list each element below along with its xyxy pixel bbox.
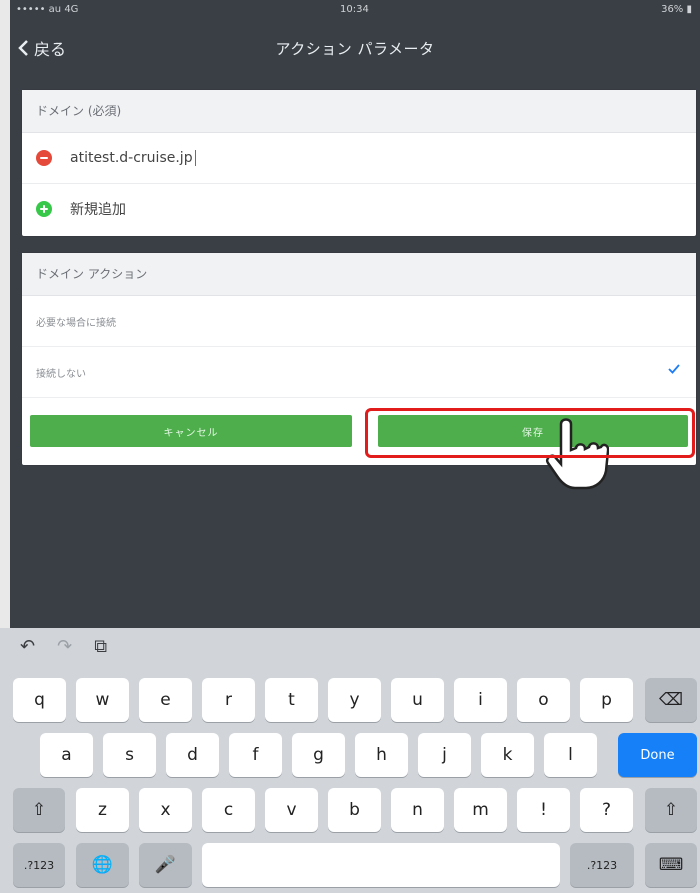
add-domain-label: 新規追加 [70, 202, 126, 218]
key-question[interactable]: ? [580, 788, 633, 832]
paste-icon[interactable]: ⧉ [94, 636, 107, 657]
key-j[interactable]: j [418, 733, 471, 777]
done-key[interactable]: Done [618, 733, 697, 777]
onscreen-keyboard: ↶ ↷ ⧉ q w e r t y u i o p ⌫ a s d f g h j k l Done ⇧ z x c v b n m!?… [0, 628, 700, 893]
key-g[interactable]: g [292, 733, 345, 777]
undo-icon[interactable]: ↶ [20, 636, 35, 657]
add-icon[interactable] [36, 201, 52, 217]
key-o[interactable]: o [517, 678, 570, 722]
domain-section-header: ドメイン (必須) [22, 90, 696, 133]
delete-icon[interactable] [36, 150, 52, 166]
option-label: 必要な場合に接続 [36, 317, 116, 329]
carrier-signal: ••••• au 4G [16, 4, 79, 15]
domain-row[interactable]: atitest.d-cruise.jp [22, 133, 696, 184]
space-key[interactable] [202, 843, 560, 887]
key-q[interactable]: q [13, 678, 66, 722]
key-w[interactable]: w [76, 678, 129, 722]
key-exclamation[interactable]: ! [517, 788, 570, 832]
option-label: 接続しない [36, 368, 86, 380]
key-x[interactable]: x [139, 788, 192, 832]
option-never-connect[interactable]: 接続しない [22, 347, 696, 398]
key-e[interactable]: e [139, 678, 192, 722]
key-r[interactable]: r [202, 678, 255, 722]
key-n[interactable]: n [391, 788, 444, 832]
screenshot: ••••• au 4G 10:34 36% ▮ 戻る アクション パラメータ ド… [0, 0, 700, 893]
domain-card: ドメイン (必須) atitest.d-cruise.jp 新規追加 [22, 90, 696, 236]
text-cursor [194, 150, 196, 166]
key-m[interactable]: m [454, 788, 507, 832]
shift-key-right[interactable]: ⇧ [645, 788, 697, 832]
number-key-left[interactable]: .?123 [13, 843, 65, 887]
status-time: 10:34 [340, 4, 369, 15]
save-highlight-box [365, 408, 695, 458]
cancel-button[interactable]: キャンセル [30, 415, 352, 447]
key-l[interactable]: l [544, 733, 597, 777]
redo-icon[interactable]: ↷ [57, 636, 72, 657]
number-key-right[interactable]: .?123 [570, 843, 634, 887]
status-bar: ••••• au 4G 10:34 36% ▮ [10, 0, 700, 22]
key-f[interactable]: f [229, 733, 282, 777]
battery-indicator: 36% ▮ [661, 4, 692, 15]
domain-action-header: ドメイン アクション [22, 253, 696, 296]
option-connect-if-needed[interactable]: 必要な場合に接続 [22, 296, 696, 347]
key-h[interactable]: h [355, 733, 408, 777]
shift-key-left[interactable]: ⇧ [13, 788, 65, 832]
backspace-key[interactable]: ⌫ [645, 678, 697, 722]
globe-key[interactable]: 🌐 [76, 843, 129, 887]
hide-keyboard-key[interactable]: ⌨ [645, 843, 697, 887]
key-i[interactable]: i [454, 678, 507, 722]
domain-input[interactable]: atitest.d-cruise.jp [70, 150, 193, 166]
key-b[interactable]: b [328, 788, 381, 832]
key-z[interactable]: z [76, 788, 129, 832]
key-d[interactable]: d [166, 733, 219, 777]
microphone-key[interactable]: 🎤 [139, 843, 192, 887]
page-title: アクション パラメータ [275, 40, 435, 58]
key-v[interactable]: v [265, 788, 318, 832]
keyboard-shortcuts: ↶ ↷ ⧉ [20, 636, 107, 657]
key-t[interactable]: t [265, 678, 318, 722]
key-a[interactable]: a [40, 733, 93, 777]
key-y[interactable]: y [328, 678, 381, 722]
key-c[interactable]: c [202, 788, 255, 832]
add-domain-row[interactable]: 新規追加 [22, 184, 696, 234]
checkmark-icon [668, 364, 680, 374]
key-k[interactable]: k [481, 733, 534, 777]
key-p[interactable]: p [580, 678, 633, 722]
navigation-bar: 戻る アクション パラメータ [10, 22, 700, 72]
key-s[interactable]: s [103, 733, 156, 777]
key-u[interactable]: u [391, 678, 444, 722]
